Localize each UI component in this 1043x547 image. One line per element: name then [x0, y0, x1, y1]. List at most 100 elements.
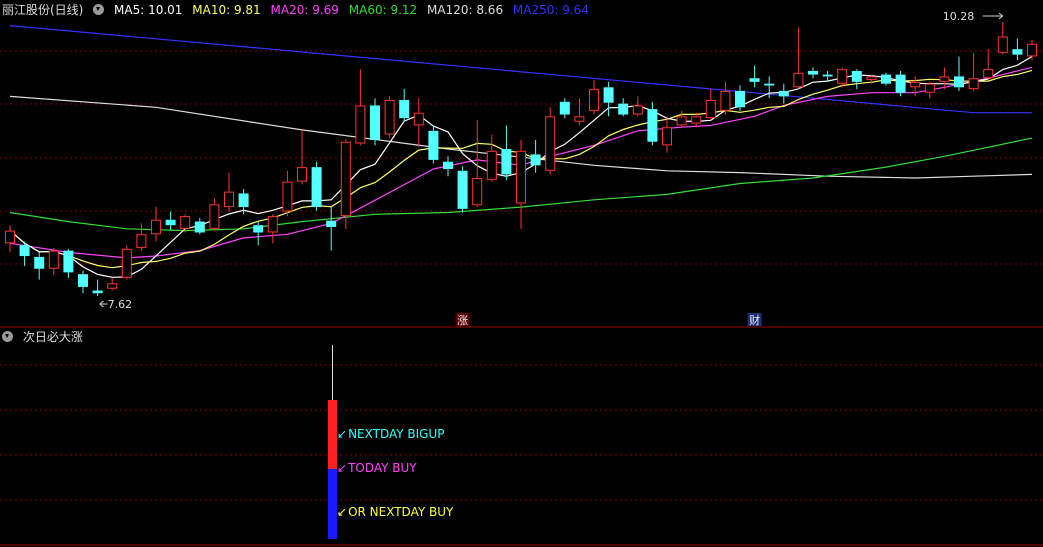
candle-body-37	[545, 116, 556, 171]
candle-body-39	[574, 116, 585, 122]
main-menu-icon[interactable]	[93, 4, 105, 15]
bigup-arrow-icon: ↙	[337, 427, 348, 441]
candlesticks	[5, 21, 1037, 296]
nextday-arrow-icon: ↙	[337, 505, 348, 519]
candle-body-59	[866, 76, 877, 81]
indicator-blue-bar	[328, 469, 337, 539]
ma10-label: MA10: 9.81	[192, 3, 261, 17]
candle-body-6	[92, 290, 103, 294]
candle-body-65	[954, 76, 964, 88]
candle-body-4	[63, 250, 74, 273]
candle-body-16	[238, 193, 249, 208]
candle-body-51	[749, 78, 760, 82]
indicator-title: 次日必大涨	[22, 330, 83, 344]
signal-label-bigup: ↙NEXTDAY BIGUP	[337, 425, 451, 443]
indicator-header: 次日必大涨	[2, 328, 89, 346]
candle-body-28	[413, 112, 424, 126]
candle-body-36	[530, 154, 541, 166]
candle-body-19	[282, 181, 293, 212]
candle-body-35	[516, 150, 526, 204]
ma5-label: MA5: 10.01	[114, 3, 183, 17]
candle-body-22	[326, 220, 337, 228]
ma250-label: MA250: 9.64	[512, 3, 589, 17]
candle-body-47	[691, 116, 702, 124]
today-arrow-icon: ↙	[337, 461, 348, 475]
candle-body-5	[78, 274, 88, 287]
candle-body-41	[603, 87, 614, 103]
candle-body-2	[34, 256, 45, 269]
candle-body-14	[209, 204, 220, 229]
candle-body-20	[297, 167, 307, 182]
bigup-text: NEXTDAY BIGUP	[348, 427, 445, 441]
ma60-label: MA60: 9.12	[348, 3, 418, 17]
candle-body-9	[136, 234, 147, 248]
today-text: TODAY BUY	[348, 461, 417, 475]
ma20-label: MA20: 9.69	[270, 3, 339, 17]
candle-body-43	[632, 105, 643, 115]
candle-body-33	[486, 150, 497, 180]
candle-body-3	[48, 250, 59, 269]
candle-body-11	[165, 219, 176, 226]
candle-body-0	[5, 230, 15, 244]
candle-body-40	[589, 89, 599, 111]
candle-body-64	[939, 76, 950, 82]
candle-body-48	[705, 100, 716, 119]
indicator-menu-icon[interactable]	[2, 331, 13, 342]
event-markers: 涨财	[455, 313, 762, 327]
candle-body-38	[559, 101, 570, 115]
grid-lines	[0, 50, 1043, 501]
candle-body-12	[180, 216, 191, 229]
candle-body-61	[895, 74, 906, 93]
candle-body-60	[881, 74, 891, 84]
candle-body-62	[910, 81, 921, 88]
nextday-text: OR NEXTDAY BUY	[348, 505, 454, 519]
candle-body-26	[384, 100, 395, 135]
candle-body-67	[983, 69, 994, 79]
candle-body-68	[997, 36, 1008, 53]
candle-body-1	[19, 245, 30, 257]
marker-text-0: 涨	[457, 314, 468, 327]
candle-body-13	[194, 221, 205, 233]
candle-body-30	[443, 161, 453, 169]
low-price-label: 7.62	[108, 298, 133, 311]
candle-body-45	[662, 127, 672, 146]
candle-body-32	[472, 178, 483, 206]
candle-body-24	[355, 105, 366, 144]
indicator-bars	[328, 345, 337, 539]
candle-body-7	[107, 283, 118, 289]
candle-body-15	[224, 191, 234, 208]
candle-body-52	[764, 83, 775, 86]
ma250-line	[9, 25, 1032, 114]
candle-body-46	[676, 116, 687, 126]
indicator-red-bar	[328, 400, 337, 469]
candle-body-63	[924, 83, 935, 93]
candle-body-34	[501, 148, 512, 175]
stock-title: 丽江股份(日线)	[2, 3, 84, 17]
candle-body-57	[837, 69, 848, 84]
candle-body-42	[618, 103, 629, 115]
low-arrow-icon	[99, 300, 108, 308]
candle-body-29	[428, 130, 439, 160]
candle-body-55	[808, 70, 818, 75]
candle-body-31	[457, 170, 468, 209]
signal-label-today: ↙TODAY BUY	[337, 459, 423, 477]
candle-body-44	[647, 109, 658, 142]
candle-body-10	[151, 219, 161, 235]
candle-body-27	[399, 100, 410, 119]
candle-body-21	[311, 167, 322, 208]
candle-body-69	[1012, 49, 1023, 55]
candle-body-54	[793, 72, 804, 88]
ma120-label: MA120: 8.66	[427, 3, 504, 17]
stock-chart: 10.287.62 涨财	[0, 10, 1043, 546]
candle-body-58	[851, 70, 862, 82]
candle-body-23	[340, 141, 351, 217]
candle-body-50	[735, 90, 745, 108]
signal-label-nextday: ↙OR NEXTDAY BUY	[337, 503, 459, 521]
candle-body-49	[720, 90, 731, 111]
high-price-label: 10.28	[943, 10, 975, 23]
main-header: 丽江股份(日线) MA5: 10.01 MA10: 9.81 MA20: 9.6…	[2, 1, 595, 19]
candle-body-17	[253, 225, 264, 233]
marker-text-1: 财	[749, 313, 760, 327]
candle-body-56	[822, 74, 833, 77]
candle-body-70	[1027, 43, 1037, 57]
